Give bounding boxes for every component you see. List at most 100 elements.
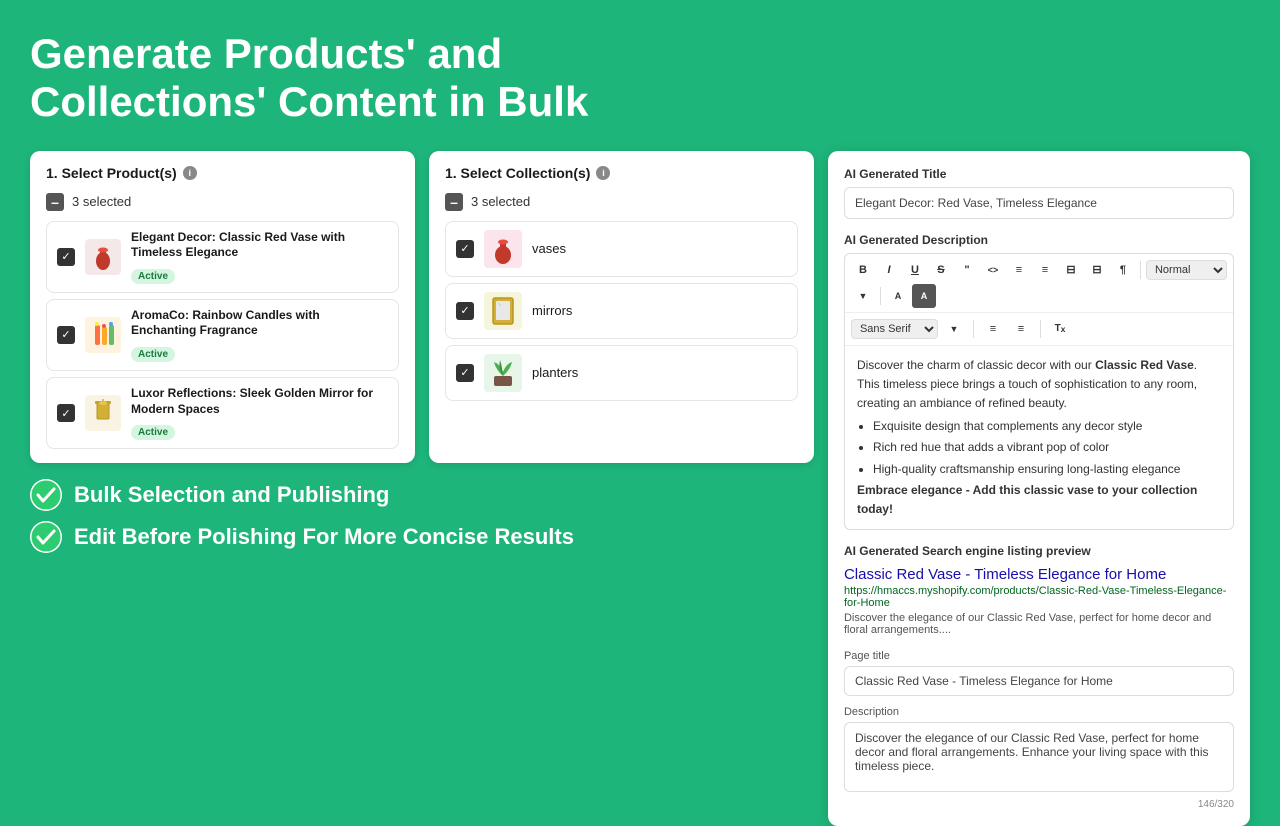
outdent-button[interactable]: ⊟: [1085, 258, 1109, 282]
products-panel: 1. Select Product(s) i – 3 selected ✓: [30, 151, 415, 464]
page-title-label: Page title: [844, 650, 1234, 662]
hero-title: Generate Products' and Collections' Cont…: [30, 30, 730, 127]
collections-list: ✓ vases: [445, 221, 798, 401]
editor-toolbar: B I U S " <> ≡ ≡ ⊟ ⊟ ¶ Normal Heading 1 …: [844, 253, 1234, 531]
products-panel-header: 1. Select Product(s) i: [46, 165, 399, 181]
features-section: Bulk Selection and Publishing Edit Befor…: [30, 479, 814, 553]
collection-image-1: [484, 230, 522, 268]
ai-title-label: AI Generated Title: [844, 167, 1234, 181]
heading-select[interactable]: Normal Heading 1 Heading 2: [1146, 260, 1227, 280]
italic-button[interactable]: I: [877, 258, 901, 282]
seo-preview-url: https://hmaccs.myshopify.com/products/Cl…: [844, 585, 1234, 609]
feature-check-icon-2: [30, 521, 62, 553]
char-count: 146/320: [844, 799, 1234, 810]
product-badge-3: Active: [131, 425, 175, 440]
collections-panel: 1. Select Collection(s) i – 3 selected ✓: [429, 151, 814, 464]
ai-desc-label: AI Generated Description: [844, 233, 1234, 247]
strikethrough-button[interactable]: S: [929, 258, 953, 282]
editor-content[interactable]: Discover the charm of classic decor with…: [845, 346, 1233, 530]
collection-image-3: [484, 354, 522, 392]
product-badge-1: Active: [131, 269, 175, 284]
clear-format-button[interactable]: Tx: [1048, 317, 1072, 341]
feature-label-2: Edit Before Polishing For More Concise R…: [74, 524, 574, 550]
product-image-2: [85, 317, 121, 353]
feature-check-icon-1: [30, 479, 62, 511]
align-center-button[interactable]: ≡: [1009, 317, 1033, 341]
list-item[interactable]: ✓ planters: [445, 345, 798, 401]
content-row: 1. Select Product(s) i – 3 selected ✓: [30, 151, 1250, 826]
editor-cta: Embrace elegance - Add this classic vase…: [857, 483, 1197, 516]
toolbar-row-2: Sans Serif Serif Monospace ▼ ≡ ≡ Tx: [845, 313, 1233, 346]
collection-checkbox-3[interactable]: ✓: [456, 364, 474, 382]
toolbar-sep-3: [973, 320, 974, 338]
description-label: Description: [844, 706, 1234, 718]
feature-item-2: Edit Before Polishing For More Concise R…: [30, 521, 814, 553]
collections-deselect-all[interactable]: –: [445, 193, 463, 211]
product-checkbox-1[interactable]: ✓: [57, 248, 75, 266]
collection-name-1: vases: [532, 241, 566, 256]
font-dropdown[interactable]: ▼: [942, 317, 966, 341]
products-panel-title: 1. Select Product(s): [46, 165, 177, 181]
feature-label-1: Bulk Selection and Publishing: [74, 482, 389, 508]
left-panels: 1. Select Product(s) i – 3 selected ✓: [30, 151, 814, 826]
products-deselect-all[interactable]: –: [46, 193, 64, 211]
collections-info-icon[interactable]: i: [596, 166, 610, 180]
ai-title-input[interactable]: [844, 187, 1234, 219]
font-select[interactable]: Sans Serif Serif Monospace: [851, 319, 938, 339]
feature-item-1: Bulk Selection and Publishing: [30, 479, 814, 511]
table-row[interactable]: ✓ Elegant Decor: Classic Red: [46, 221, 399, 293]
collection-name-2: mirrors: [532, 303, 572, 318]
paragraph-button[interactable]: ¶: [1111, 258, 1135, 282]
toolbar-sep-4: [1040, 320, 1041, 338]
products-list: ✓ Elegant Decor: Classic Red: [46, 221, 399, 450]
indent-button[interactable]: ⊟: [1059, 258, 1083, 282]
products-info-icon[interactable]: i: [183, 166, 197, 180]
collections-selected-row: – 3 selected: [445, 193, 798, 211]
seo-preview-desc: Discover the elegance of our Classic Red…: [844, 612, 1234, 636]
main-container: Generate Products' and Collections' Cont…: [0, 0, 1280, 720]
seo-preview-title: Classic Red Vase - Timeless Elegance for…: [844, 566, 1234, 583]
bold-button[interactable]: B: [851, 258, 875, 282]
collections-selected-count: 3 selected: [471, 194, 530, 209]
heading-dropdown[interactable]: ▼: [851, 284, 875, 308]
editor-bold-text: Classic Red Vase: [1095, 358, 1194, 372]
collections-panel-header: 1. Select Collection(s) i: [445, 165, 798, 181]
description-textarea[interactable]: Discover the elegance of our Classic Red…: [844, 722, 1234, 792]
underline-button[interactable]: U: [903, 258, 927, 282]
blockquote-button[interactable]: ": [955, 258, 979, 282]
ol-button[interactable]: ≡: [1033, 258, 1057, 282]
ul-button[interactable]: ≡: [1007, 258, 1031, 282]
editor-bullet-1: Exquisite design that complements any de…: [873, 417, 1221, 436]
code-button[interactable]: <>: [981, 258, 1005, 282]
product-info-1: Elegant Decor: Classic Red Vase with Tim…: [131, 230, 388, 284]
text-color-button[interactable]: A: [886, 284, 910, 308]
product-info-2: AromaCo: Rainbow Candles with Enchanting…: [131, 308, 388, 362]
collection-checkbox-1[interactable]: ✓: [456, 240, 474, 258]
collection-checkbox-2[interactable]: ✓: [456, 302, 474, 320]
collections-panel-title: 1. Select Collection(s): [445, 165, 590, 181]
list-item[interactable]: ✓ vases: [445, 221, 798, 277]
product-checkbox-3[interactable]: ✓: [57, 404, 75, 422]
bg-color-button[interactable]: A: [912, 284, 936, 308]
product-name-3: Luxor Reflections: Sleek Golden Mirror f…: [131, 386, 388, 417]
table-row[interactable]: ✓: [46, 299, 399, 371]
align-left-button[interactable]: ≡: [981, 317, 1005, 341]
list-item[interactable]: ✓ mirrors: [445, 283, 798, 339]
products-selected-row: – 3 selected: [46, 193, 399, 211]
product-image-3: [85, 395, 121, 431]
collection-image-2: [484, 292, 522, 330]
toolbar-row-1: B I U S " <> ≡ ≡ ⊟ ⊟ ¶ Normal Heading 1 …: [845, 254, 1233, 313]
product-checkbox-2[interactable]: ✓: [57, 326, 75, 344]
product-image-1: [85, 239, 121, 275]
collection-name-3: planters: [532, 365, 578, 380]
table-row[interactable]: ✓ Luxor Re: [46, 377, 399, 449]
page-title-input[interactable]: [844, 666, 1234, 696]
toolbar-sep-2: [880, 287, 881, 305]
editor-bullet-2: Rich red hue that adds a vibrant pop of …: [873, 438, 1221, 457]
product-name-1: Elegant Decor: Classic Red Vase with Tim…: [131, 230, 388, 261]
seo-section-label: AI Generated Search engine listing previ…: [844, 544, 1234, 558]
product-info-3: Luxor Reflections: Sleek Golden Mirror f…: [131, 386, 388, 440]
products-selected-count: 3 selected: [72, 194, 131, 209]
editor-bullet-3: High-quality craftsmanship ensuring long…: [873, 460, 1221, 479]
product-badge-2: Active: [131, 347, 175, 362]
